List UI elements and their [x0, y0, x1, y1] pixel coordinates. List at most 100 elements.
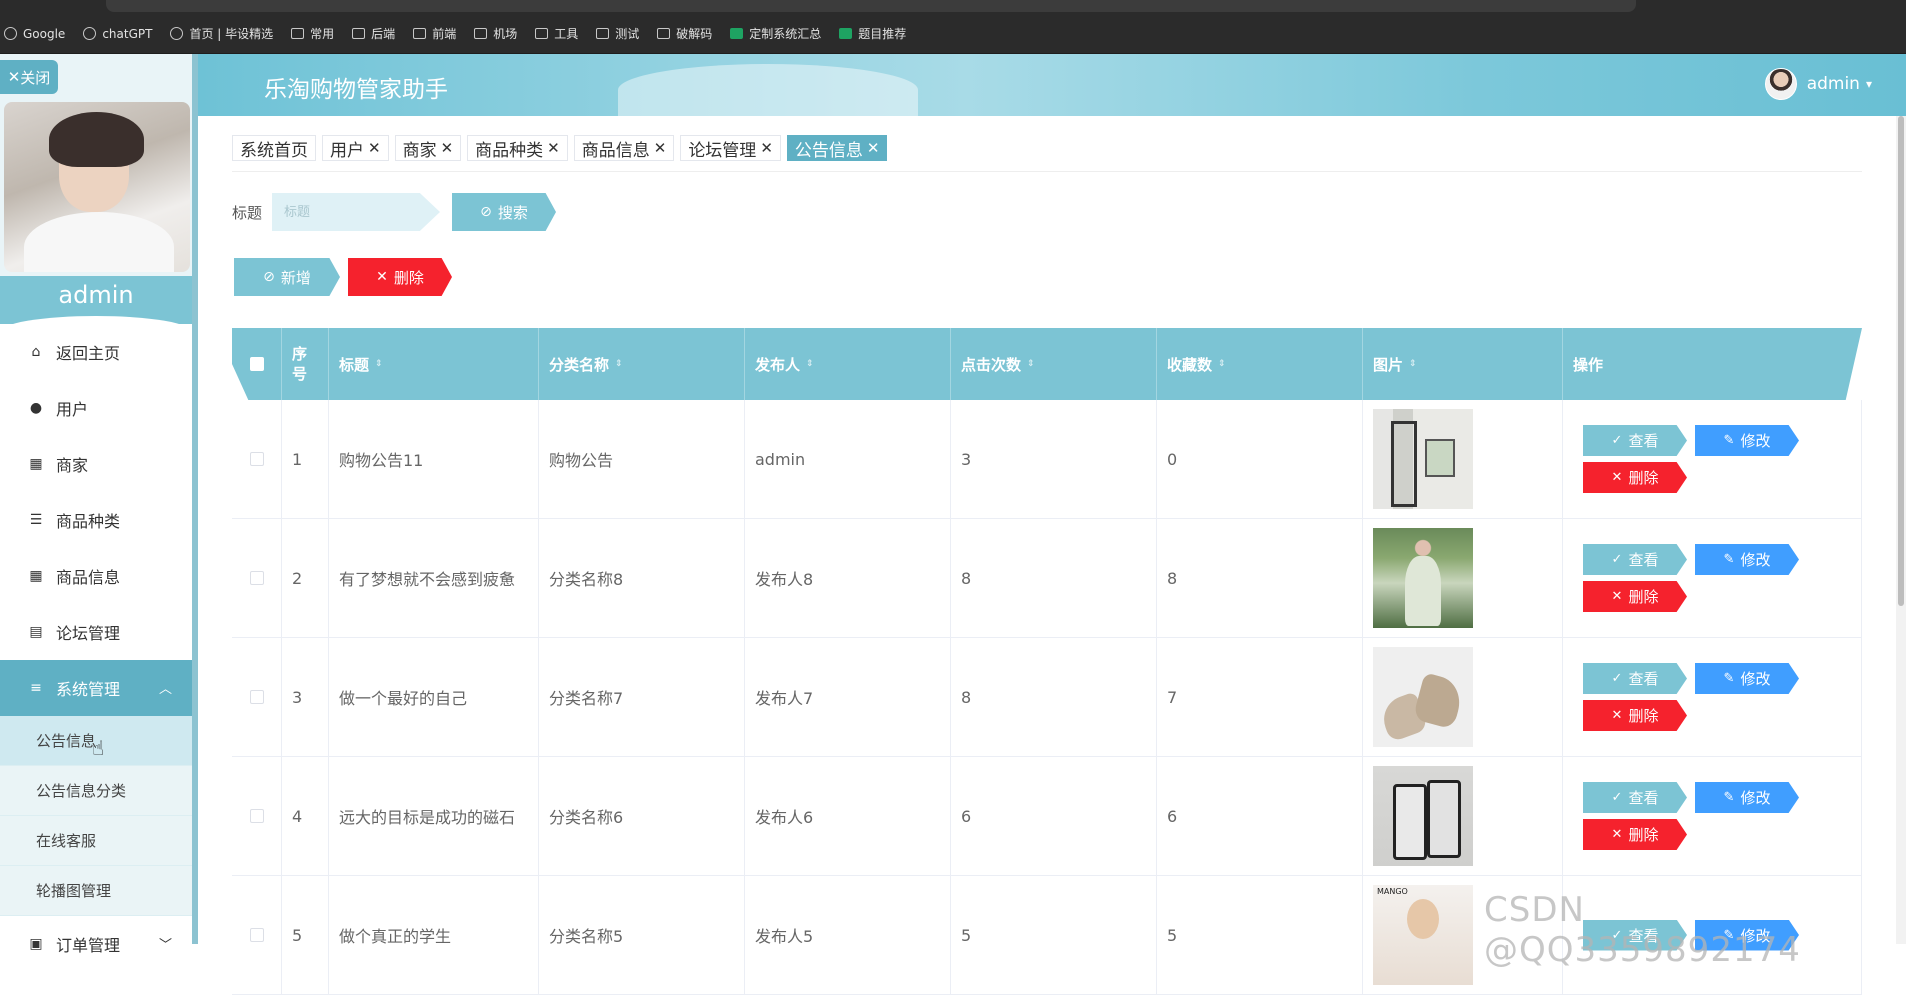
row-checkbox[interactable]: [249, 452, 264, 466]
sidebar-item-merchants[interactable]: ▦ 商家: [0, 436, 192, 492]
sidebar-item-orders[interactable]: ▣ 订单管理 ﹀: [0, 916, 192, 972]
close-icon[interactable]: ✕: [760, 139, 773, 157]
bookmark-folder-test[interactable]: 测试: [596, 25, 639, 42]
row-checkbox[interactable]: [249, 928, 264, 942]
cell-title: 做个真正的学生: [329, 876, 539, 994]
column-category[interactable]: 分类名称 ⇕: [539, 328, 745, 400]
sidebar-item-home[interactable]: ⌂ 返回主页: [0, 324, 192, 380]
sort-icon[interactable]: ⇕: [375, 359, 383, 369]
sort-icon[interactable]: ⇕: [1027, 359, 1035, 369]
user-menu[interactable]: admin ▾: [1764, 68, 1872, 100]
cell-title: 远大的目标是成功的磁石: [329, 757, 539, 875]
bookmark-google[interactable]: Google: [4, 27, 65, 41]
close-icon[interactable]: ✕: [547, 139, 560, 157]
grid-icon: ▦: [29, 456, 43, 472]
submenu-item-announcement-categories[interactable]: 公告信息分类: [0, 766, 192, 816]
close-icon[interactable]: ✕: [867, 139, 880, 157]
sidebar-close-button[interactable]: ✕ 关闭: [0, 60, 58, 94]
tab-users[interactable]: 用户 ✕: [322, 135, 389, 161]
column-image[interactable]: 图片 ⇕: [1363, 328, 1563, 400]
batch-delete-button[interactable]: ✕ 删除: [348, 258, 452, 296]
delete-button[interactable]: ✕ 删除: [1583, 581, 1687, 612]
edit-button[interactable]: ✎ 修改: [1695, 425, 1799, 456]
column-clicks[interactable]: 点击次数 ⇕: [951, 328, 1157, 400]
cell-category: 购物公告: [539, 400, 745, 518]
submenu-item-customer-service[interactable]: 在线客服: [0, 816, 192, 866]
sidebar-item-forum[interactable]: ▤ 论坛管理: [0, 604, 192, 660]
submenu-item-carousel[interactable]: 轮播图管理: [0, 866, 192, 916]
edit-button[interactable]: ✎ 修改: [1695, 663, 1799, 694]
search-input[interactable]: [272, 193, 440, 231]
edit-button[interactable]: ✎ 修改: [1695, 544, 1799, 575]
row-checkbox[interactable]: [249, 809, 264, 823]
bookmark-folder-tools[interactable]: 工具: [535, 25, 578, 42]
column-favorites[interactable]: 收藏数 ⇕: [1157, 328, 1363, 400]
sidebar-item-categories[interactable]: ☰ 商品种类: [0, 492, 192, 548]
sidebar-item-system[interactable]: ≡ 系统管理 ︿: [0, 660, 192, 716]
bookmark-custom-systems[interactable]: 定制系统汇总: [730, 25, 821, 42]
page-scrollbar[interactable]: [1896, 116, 1906, 944]
sidebar-item-products[interactable]: ▦ 商品信息: [0, 548, 192, 604]
tab-announcements[interactable]: 公告信息 ✕: [786, 135, 888, 161]
shoes-image[interactable]: [1373, 647, 1473, 747]
sort-icon[interactable]: ⇕: [806, 359, 814, 369]
bookmark-folder-backend[interactable]: 后端: [352, 25, 395, 42]
tab-forum[interactable]: 论坛管理 ✕: [680, 135, 781, 161]
bookmark-homepage[interactable]: 首页 | 毕设精选: [170, 25, 273, 42]
search-label: 标题: [232, 204, 263, 222]
close-icon[interactable]: ✕: [654, 139, 667, 157]
sidebar-item-users[interactable]: ● 用户: [0, 380, 192, 436]
sort-icon[interactable]: ⇕: [1218, 359, 1226, 369]
row-checkbox[interactable]: [249, 571, 264, 585]
sort-icon[interactable]: ⇕: [615, 359, 623, 369]
column-publisher[interactable]: 发布人 ⇕: [745, 328, 951, 400]
add-button[interactable]: ⊘ 新增: [234, 258, 340, 296]
bookmark-chatgpt[interactable]: chatGPT: [83, 27, 152, 41]
cell-clicks: 3: [951, 400, 1157, 518]
phones-image[interactable]: [1373, 766, 1473, 866]
close-icon[interactable]: ✕: [441, 139, 454, 157]
sliders-icon: ≡: [30, 680, 42, 696]
bookmark-topics[interactable]: 题目推荐: [839, 25, 906, 42]
view-button[interactable]: ✓ 查看: [1583, 782, 1687, 813]
cell-index: 4: [282, 757, 329, 875]
column-title[interactable]: 标题 ⇕: [329, 328, 539, 400]
sidebar-scrollbar[interactable]: [192, 54, 198, 944]
folder-icon: [596, 28, 610, 39]
tab-dashboard[interactable]: 系统首页: [232, 135, 316, 161]
close-icon[interactable]: ✕: [368, 139, 381, 157]
search-button[interactable]: ⊘ 搜索: [452, 193, 556, 231]
cell-title: 做一个最好的自己: [329, 638, 539, 756]
row-checkbox[interactable]: [249, 690, 264, 704]
delete-button[interactable]: ✕ 删除: [1583, 819, 1687, 850]
tab-merchants[interactable]: 商家 ✕: [394, 135, 462, 161]
table-row: 4 远大的目标是成功的磁石 分类名称6 发布人6 6 6 ✓ 查看 ✎ 修改 ✕ 删除: [232, 757, 1862, 876]
view-button[interactable]: ✓ 查看: [1583, 425, 1687, 456]
scrollbar-thumb[interactable]: [1898, 116, 1904, 606]
view-button[interactable]: ✓ 查看: [1583, 663, 1687, 694]
sort-icon[interactable]: ⇕: [1409, 359, 1417, 369]
bookmark-folder-crack[interactable]: 破解码: [657, 25, 712, 42]
home-icon: ⌂: [31, 344, 41, 360]
order-icon: ▣: [29, 936, 43, 952]
bookmark-folder-airport[interactable]: 机场: [474, 25, 517, 42]
bookmark-folder-frontend[interactable]: 前端: [413, 25, 456, 42]
cell-title: 购物公告11: [329, 400, 539, 518]
delete-button[interactable]: ✕ 删除: [1583, 700, 1687, 731]
cell-publisher: 发布人6: [745, 757, 951, 875]
mirror-image[interactable]: [1373, 409, 1473, 509]
folder-icon: [535, 28, 549, 39]
view-button[interactable]: ✓ 查看: [1583, 544, 1687, 575]
select-all-checkbox[interactable]: [249, 357, 264, 371]
dress-image[interactable]: [1373, 528, 1473, 628]
tab-categories[interactable]: 商品种类 ✕: [467, 135, 568, 161]
edit-button[interactable]: ✎ 修改: [1695, 782, 1799, 813]
tab-products[interactable]: 商品信息 ✕: [573, 135, 675, 161]
sidebar: ✕ 关闭 admin ⌂ 返回主页 ● 用户 ▦ 商家 ☰ 商品种类 ▦ 商品信息 ▤ 论坛管…: [0, 54, 198, 972]
cell-index: 2: [282, 519, 329, 637]
address-bar[interactable]: [106, 0, 1636, 12]
cell-category: 分类名称7: [539, 638, 745, 756]
model-image[interactable]: [1373, 885, 1473, 985]
bookmark-folder-common[interactable]: 常用: [291, 25, 334, 42]
delete-button[interactable]: ✕ 删除: [1583, 462, 1687, 493]
